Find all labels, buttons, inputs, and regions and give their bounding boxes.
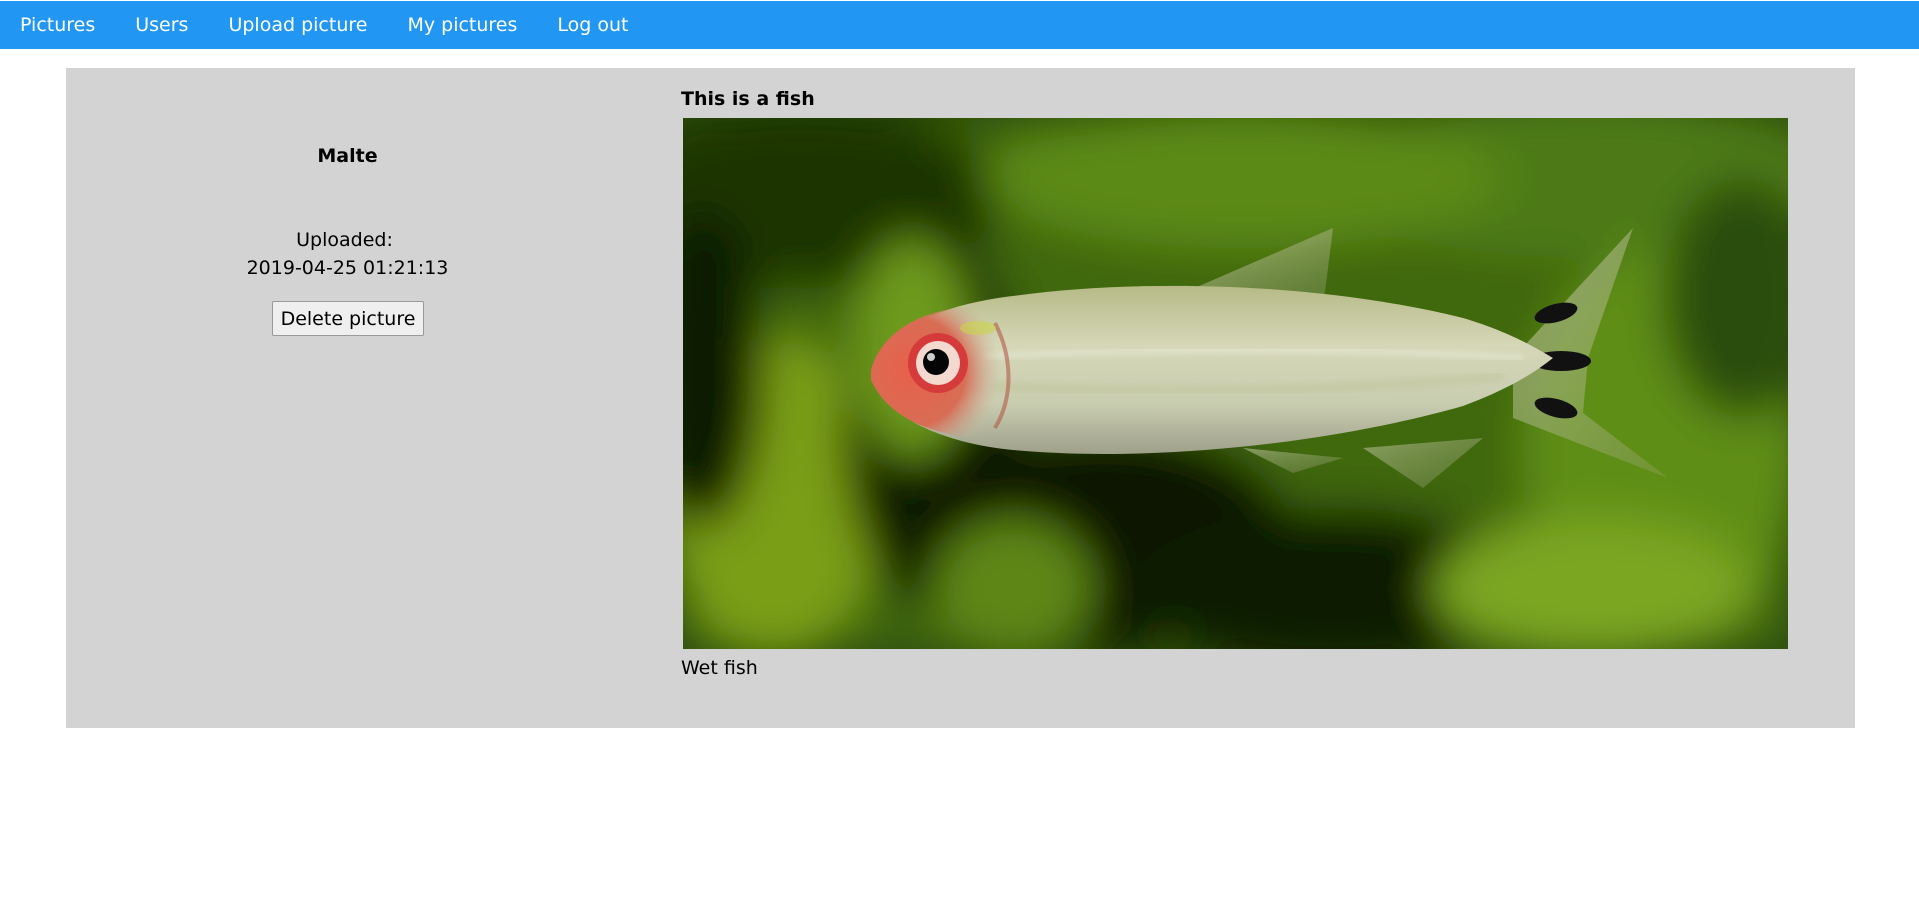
uploaded-timestamp: 2019-04-25 01:21:13 xyxy=(246,257,449,279)
uploader-name: Malte xyxy=(317,145,378,167)
nav-pictures[interactable]: Pictures xyxy=(0,1,115,49)
picture-title: This is a fish xyxy=(681,88,815,110)
top-navbar: Pictures Users Upload picture My picture… xyxy=(0,1,1919,49)
nav-users[interactable]: Users xyxy=(115,1,208,49)
nav-my-pictures[interactable]: My pictures xyxy=(387,1,537,49)
picture-card: Malte Uploaded: 2019-04-25 01:21:13 Dele… xyxy=(66,68,1855,728)
picture-description: Wet fish xyxy=(681,657,758,679)
nav-upload-picture[interactable]: Upload picture xyxy=(208,1,387,49)
delete-picture-button[interactable]: Delete picture xyxy=(272,301,424,336)
uploaded-label: Uploaded: xyxy=(296,229,393,251)
nav-log-out[interactable]: Log out xyxy=(537,1,648,49)
fish-picture xyxy=(683,118,1788,649)
picture-info-panel: Malte Uploaded: 2019-04-25 01:21:13 Dele… xyxy=(66,68,681,728)
